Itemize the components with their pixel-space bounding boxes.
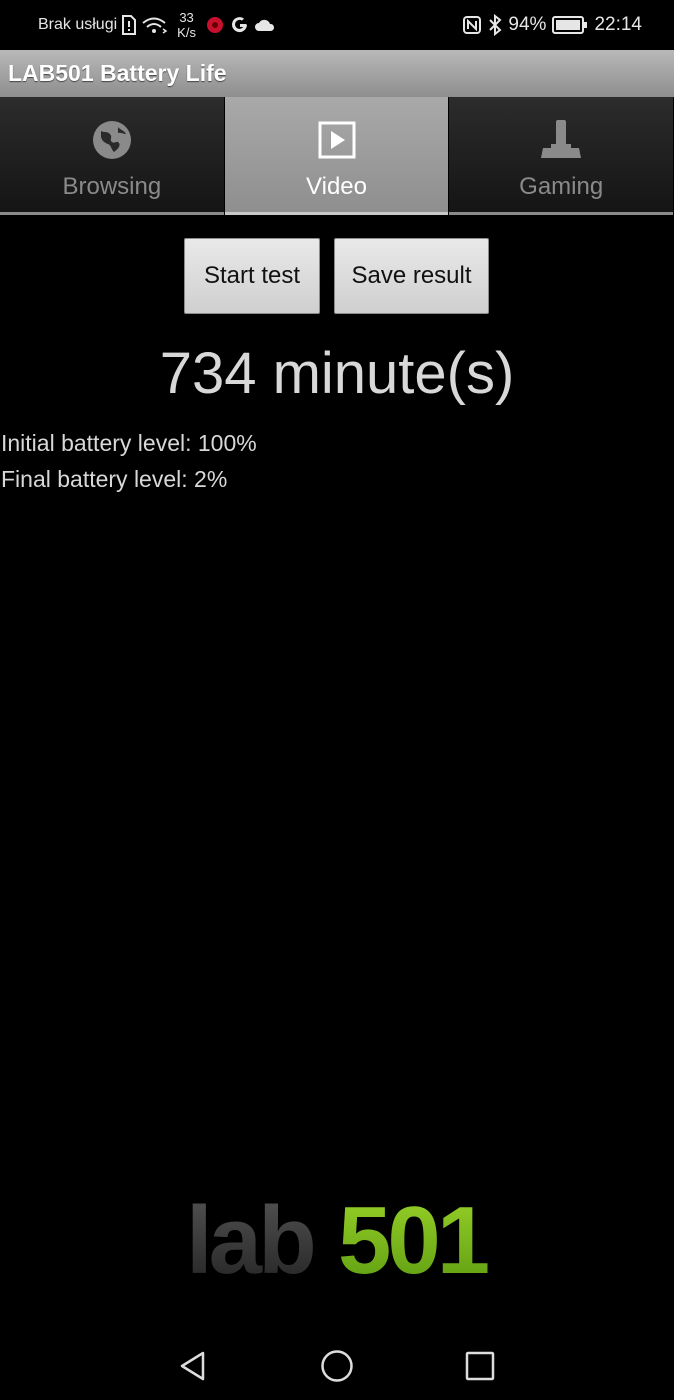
home-circle-icon <box>321 1350 353 1382</box>
clock: 22:14 <box>594 14 642 35</box>
save-result-button[interactable]: Save result <box>334 238 489 314</box>
lab501-logo: lab 501 <box>186 1187 492 1294</box>
cloud-icon <box>254 17 276 33</box>
nfc-icon <box>462 15 482 35</box>
result-duration: 734 minute(s) <box>159 341 515 406</box>
wifi-icon <box>141 15 169 35</box>
battery-icon <box>552 16 588 34</box>
google-icon <box>230 15 250 35</box>
tab-browsing[interactable]: Browsing <box>0 97 225 215</box>
tab-bar: Browsing Video Gaming <box>0 97 674 215</box>
tab-gaming[interactable]: Gaming <box>449 97 674 215</box>
logo-text-501: 501 <box>338 1195 488 1281</box>
globe-icon <box>91 117 133 163</box>
status-bar: Brak usługi 33 K/s 94% 22:14 <box>0 0 674 50</box>
recents-button[interactable] <box>462 1348 498 1384</box>
battery-percent: 94% <box>508 14 547 35</box>
back-triangle-icon <box>180 1351 205 1381</box>
play-icon <box>318 117 356 163</box>
sim-alert-icon <box>121 15 137 35</box>
carrier-label: Brak usługi <box>38 16 118 33</box>
initial-battery-level: Initial battery level: 100% <box>1 430 257 456</box>
home-button[interactable] <box>319 1348 355 1384</box>
app-bar: LAB501 Battery Life <box>0 50 674 97</box>
navigation-bar <box>0 1330 674 1400</box>
bluetooth-icon <box>488 14 502 36</box>
final-battery-level: Final battery level: 2% <box>1 466 228 492</box>
app-title: LAB501 Battery Life <box>8 60 227 86</box>
joystick-icon <box>539 117 583 163</box>
start-test-button[interactable]: Start test <box>184 238 320 314</box>
tab-video[interactable]: Video <box>224 97 450 215</box>
app-notification-icon <box>204 14 226 36</box>
network-speed: 33 K/s <box>177 10 196 40</box>
back-button[interactable] <box>175 1348 211 1384</box>
recents-square-icon <box>465 1351 495 1381</box>
logo-text-lab: lab <box>186 1195 313 1281</box>
